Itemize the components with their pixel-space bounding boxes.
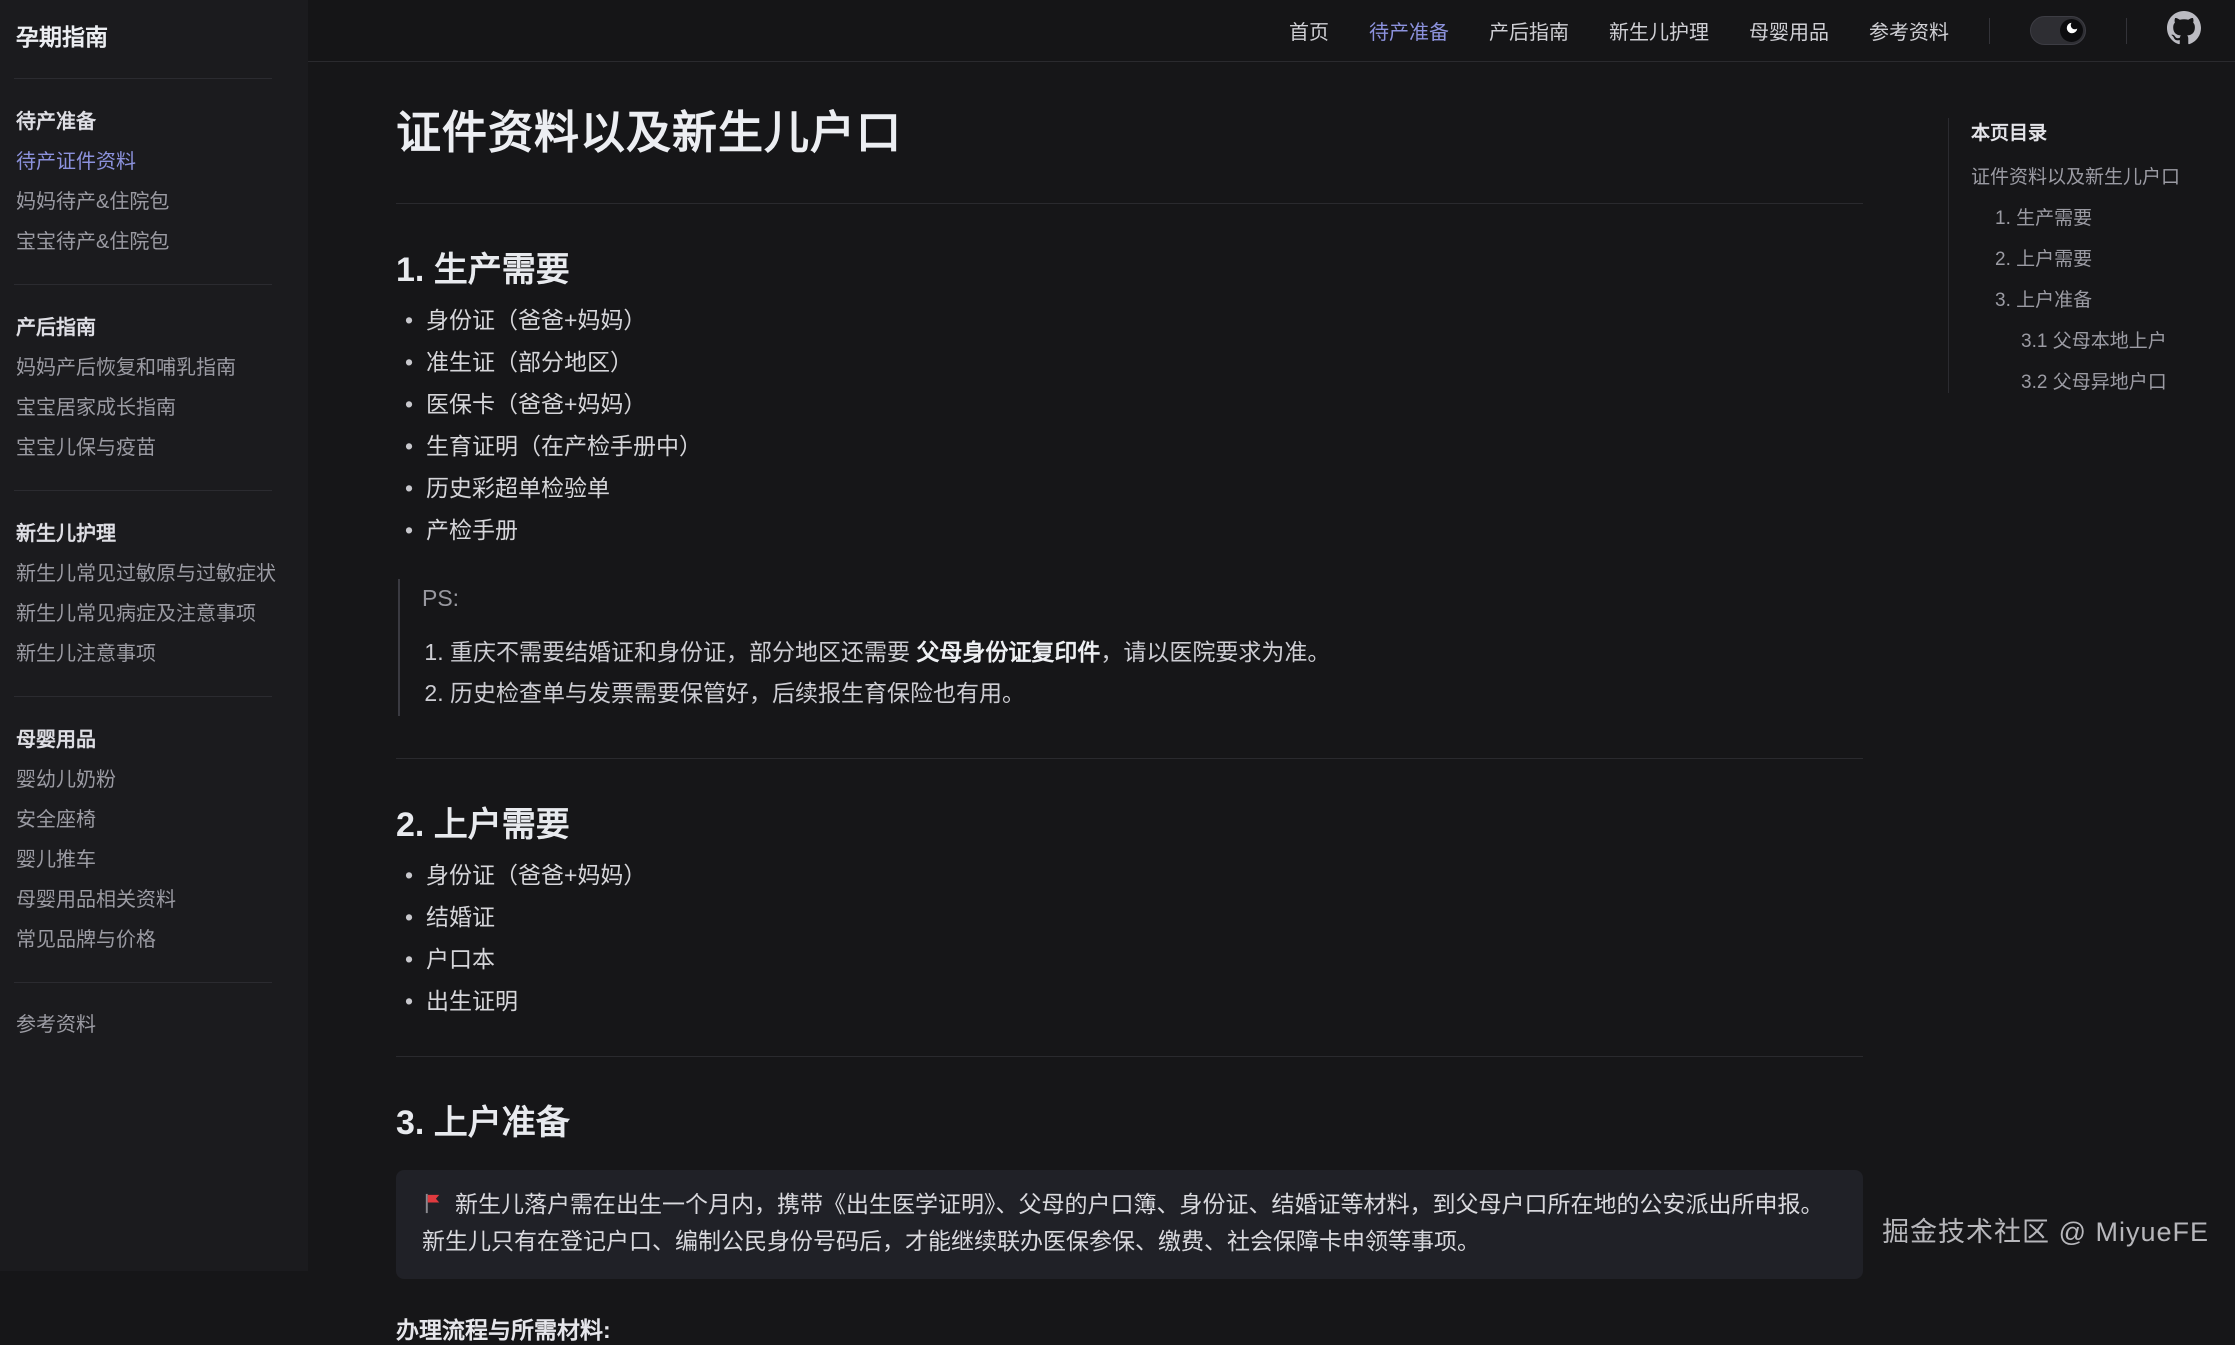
sidebar-item-newborn-notes[interactable]: 新生儿注意事项 (10, 634, 292, 674)
nav-references[interactable]: 参考资料 (1869, 16, 1949, 45)
toc-item[interactable]: 2. 上户需要 (1971, 249, 2214, 270)
nav-home[interactable]: 首页 (1289, 16, 1329, 45)
divider (14, 490, 272, 491)
toc-title: 本页目录 (1971, 118, 2214, 145)
sidebar-item-car-seat[interactable]: 安全座椅 (10, 800, 292, 840)
sidebar-item-baby-vaccine[interactable]: 宝宝儿保与疫苗 (10, 428, 292, 468)
nav-newborn-care[interactable]: 新生儿护理 (1609, 16, 1709, 45)
sidebar-group-header: 待产准备 (16, 105, 292, 134)
sidebar: 孕期指南 待产准备 待产证件资料 妈妈待产&住院包 宝宝待产&住院包 产后指南 … (0, 0, 308, 1271)
list-item: 历史彩超单检验单 (396, 476, 1863, 501)
section-birth-needs: 1. 生产需要 身份证（爸爸+妈妈） 准生证（部分地区） 医保卡（爸爸+妈妈） … (396, 203, 1863, 716)
list-item: 重庆不需要结婚证和身份证，部分地区还需要 父母身份证复印件，请以医院要求为准。 (450, 640, 1863, 665)
theme-toggle[interactable] (2030, 16, 2086, 45)
sidebar-group-pre-delivery: 待产准备 待产证件资料 妈妈待产&住院包 宝宝待产&住院包 (10, 105, 292, 262)
ps-note-blockquote: PS: 重庆不需要结婚证和身份证，部分地区还需要 父母身份证复印件，请以医院要求… (398, 579, 1863, 716)
moon-icon (2065, 21, 2079, 40)
sidebar-item-documents[interactable]: 待产证件资料 (10, 142, 292, 182)
nav-pre-delivery[interactable]: 待产准备 (1369, 16, 1449, 45)
list-item: 生育证明（在产检手册中） (396, 434, 1863, 459)
navbar: 首页 待产准备 产后指南 新生儿护理 母婴用品 参考资料 (308, 0, 2235, 62)
sidebar-item-diseases[interactable]: 新生儿常见病症及注意事项 (10, 594, 292, 634)
watermark: 掘金技术社区 @ MiyueFE (1882, 1210, 2209, 1249)
list-item: 身份证（爸爸+妈妈） (396, 308, 1863, 333)
divider (14, 982, 272, 983)
list-item: 身份证（爸爸+妈妈） (396, 863, 1863, 888)
callout-panel: 新生儿落户需在出生一个月内，携带《出生医学证明》、父母的户口簿、身份证、结婚证等… (396, 1170, 1863, 1279)
page-title: 证件资料以及新生儿户口 (396, 96, 1863, 161)
main-content: 证件资料以及新生儿户口 1. 生产需要 身份证（爸爸+妈妈） 准生证（部分地区）… (396, 96, 1863, 1345)
callout-line-1: 新生儿落户需在出生一个月内，携带《出生医学证明》、父母的户口簿、身份证、结婚证等… (422, 1186, 1837, 1223)
toggle-knob (2060, 19, 2083, 42)
sidebar-item-mom-recovery[interactable]: 妈妈产后恢复和哺乳指南 (10, 348, 292, 388)
sidebar-group-newborn-care: 新生儿护理 新生儿常见过敏原与过敏症状 新生儿常见病症及注意事项 新生儿注意事项 (10, 517, 292, 674)
sidebar-item-baby-growth[interactable]: 宝宝居家成长指南 (10, 388, 292, 428)
sidebar-item-stroller[interactable]: 婴儿推车 (10, 840, 292, 880)
sidebar-item-formula[interactable]: 婴幼儿奶粉 (10, 760, 292, 800)
divider (1989, 18, 1990, 44)
list-item: 产检手册 (396, 518, 1863, 543)
list-item: 出生证明 (396, 989, 1863, 1014)
list-item: 历史检查单与发票需要保管好，后续报生育保险也有用。 (450, 681, 1863, 706)
bullet-list: 身份证（爸爸+妈妈） 准生证（部分地区） 医保卡（爸爸+妈妈） 生育证明（在产检… (396, 308, 1863, 543)
github-icon (2167, 11, 2201, 50)
divider (14, 284, 272, 285)
section-heading: 2. 上户需要 (396, 797, 1863, 846)
sidebar-group-header: 产后指南 (16, 311, 292, 340)
note-text: 重庆不需要结婚证和身份证，部分地区还需要 (450, 639, 916, 665)
sidebar-item-mom-hospital-bag[interactable]: 妈妈待产&住院包 (10, 182, 292, 222)
list-item: 医保卡（爸爸+妈妈） (396, 392, 1863, 417)
divider (2126, 18, 2127, 44)
sidebar-item-product-info[interactable]: 母婴用品相关资料 (10, 880, 292, 920)
red-flag-icon (422, 1189, 445, 1212)
sidebar-group-header: 母婴用品 (16, 723, 292, 752)
divider (14, 696, 272, 697)
github-link[interactable] (2167, 11, 2201, 50)
toc-item[interactable]: 1. 生产需要 (1971, 208, 2214, 229)
note-bold-text: 父母身份证复印件 (916, 639, 1100, 665)
section-heading: 1. 生产需要 (396, 242, 1863, 291)
list-item: 准生证（部分地区） (396, 350, 1863, 375)
sidebar-group-baby-products: 母婴用品 婴幼儿奶粉 安全座椅 婴儿推车 母婴用品相关资料 常见品牌与价格 (10, 723, 292, 960)
section-registration-needs: 2. 上户需要 身份证（爸爸+妈妈） 结婚证 户口本 出生证明 (396, 758, 1863, 1014)
nav-baby-products[interactable]: 母婴用品 (1749, 16, 1829, 45)
note-text: 历史检查单与发票需要保管好，后续报生育保险也有用。 (450, 680, 1025, 706)
site-title: 孕期指南 (10, 12, 292, 70)
page-toc: 本页目录 证件资料以及新生儿户口 1. 生产需要 2. 上户需要 3. 上户准备… (1948, 118, 2214, 393)
ps-label: PS: (422, 585, 1863, 612)
note-text: ，请以医院要求为准。 (1100, 639, 1330, 665)
follow-up-heading: 办理流程与所需材料: (396, 1311, 1863, 1345)
callout-text: 新生儿落户需在出生一个月内，携带《出生医学证明》、父母的户口簿、身份证、结婚证等… (455, 1191, 1824, 1217)
toc-item[interactable]: 3. 上户准备 (1971, 290, 2214, 311)
toc-item[interactable]: 3.2 父母异地户口 (1971, 372, 2214, 393)
toc-item[interactable]: 证件资料以及新生儿户口 (1971, 167, 2214, 188)
ps-numbered-list: 重庆不需要结婚证和身份证，部分地区还需要 父母身份证复印件，请以医院要求为准。 … (422, 640, 1863, 706)
section-heading: 3. 上户准备 (396, 1095, 1863, 1144)
divider (14, 78, 272, 79)
sidebar-item-allergy[interactable]: 新生儿常见过敏原与过敏症状 (10, 554, 292, 594)
section-registration-prep: 3. 上户准备 新生儿落户需在出生一个月内，携带《出生医学证明》、父母的户口簿、… (396, 1056, 1863, 1345)
bullet-list: 身份证（爸爸+妈妈） 结婚证 户口本 出生证明 (396, 863, 1863, 1014)
sidebar-item-references[interactable]: 参考资料 (10, 1005, 292, 1045)
sidebar-item-baby-hospital-bag[interactable]: 宝宝待产&住院包 (10, 222, 292, 262)
toc-item[interactable]: 3.1 父母本地上户 (1971, 331, 2214, 352)
nav-postpartum[interactable]: 产后指南 (1489, 16, 1569, 45)
list-item: 结婚证 (396, 905, 1863, 930)
callout-line-2: 新生儿只有在登记户口、编制公民身份号码后，才能继续联办医保参保、缴费、社会保障卡… (422, 1223, 1837, 1260)
sidebar-item-brands-prices[interactable]: 常见品牌与价格 (10, 920, 292, 960)
sidebar-group-postpartum: 产后指南 妈妈产后恢复和哺乳指南 宝宝居家成长指南 宝宝儿保与疫苗 (10, 311, 292, 468)
sidebar-group-header: 新生儿护理 (16, 517, 292, 546)
list-item: 户口本 (396, 947, 1863, 972)
